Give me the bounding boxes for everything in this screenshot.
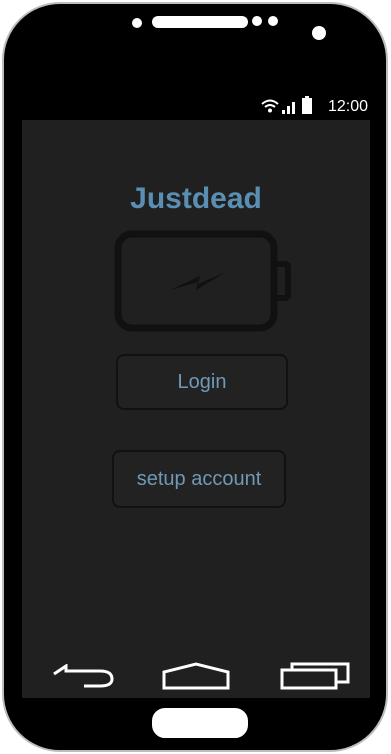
wifi-icon (261, 99, 279, 113)
setup-account-button[interactable]: setup account (112, 450, 286, 508)
app-screen: Justdead Login setup account (22, 120, 370, 698)
sensor-dot (252, 16, 262, 26)
battery-charging-icon (114, 230, 291, 332)
sensor-dot (268, 16, 278, 26)
clock-time: 12:00 (327, 98, 368, 115)
sensor-dot (132, 18, 142, 28)
status-bar: 12:00 (22, 94, 370, 118)
earpiece-speaker (152, 16, 248, 28)
navigation-bar (22, 650, 370, 698)
back-icon[interactable] (52, 664, 116, 688)
home-icon[interactable] (162, 660, 230, 692)
hardware-home-button[interactable] (150, 706, 250, 740)
signal-icon (282, 102, 295, 114)
app-title: Justdead (130, 182, 262, 215)
login-button[interactable]: Login (116, 354, 288, 410)
front-camera (312, 26, 326, 40)
battery-icon (302, 96, 312, 114)
recent-apps-icon[interactable] (280, 662, 350, 690)
